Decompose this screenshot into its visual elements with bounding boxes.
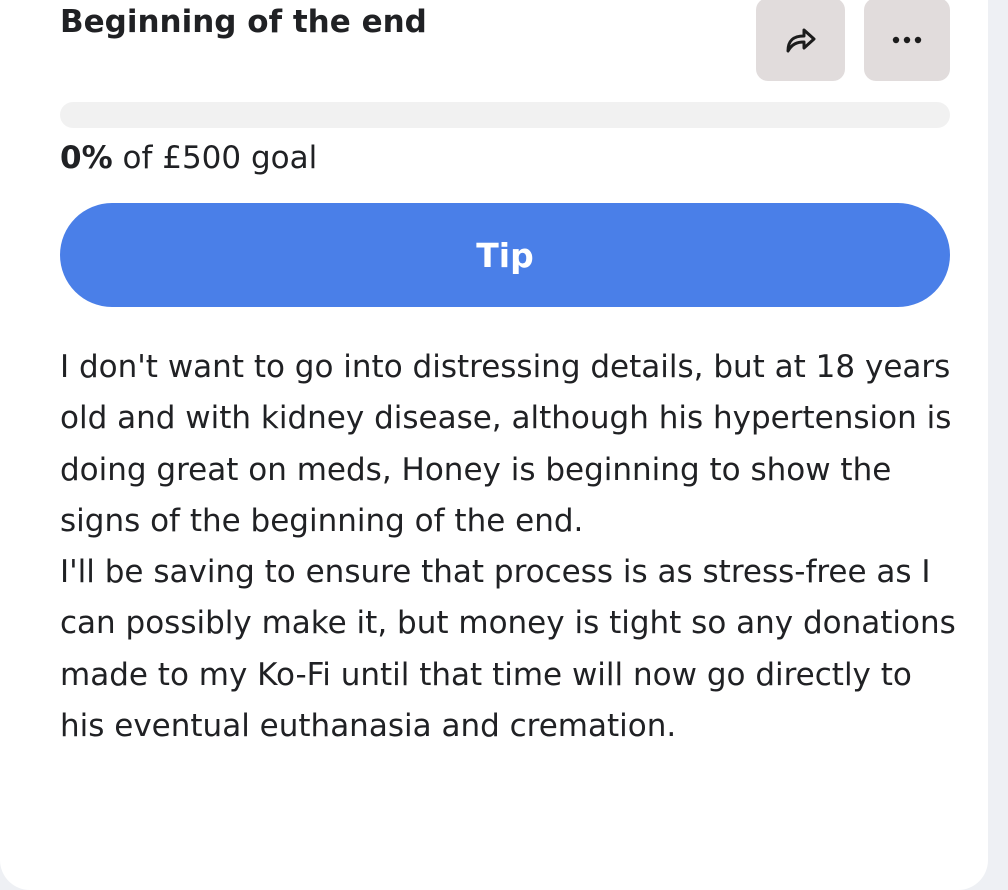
goal-description: I don't want to go into distressing deta… bbox=[60, 342, 960, 752]
goal-card: Beginning of the end 0% of £500 goal Tip… bbox=[0, 0, 988, 890]
goal-percent: 0% bbox=[60, 140, 113, 176]
goal-summary: 0% of £500 goal bbox=[60, 136, 317, 180]
more-options-button[interactable] bbox=[864, 0, 950, 81]
goal-progress-bar bbox=[60, 102, 950, 128]
goal-amount-text: of £500 goal bbox=[112, 140, 318, 176]
share-button[interactable] bbox=[756, 0, 845, 81]
description-paragraph: I'll be saving to ensure that process is… bbox=[60, 554, 956, 745]
description-paragraph: I don't want to go into distressing deta… bbox=[60, 349, 952, 539]
share-arrow-icon bbox=[784, 25, 818, 55]
post-title: Beginning of the end bbox=[60, 4, 427, 40]
more-horizontal-icon bbox=[892, 36, 922, 44]
tip-button[interactable]: Tip bbox=[60, 203, 950, 307]
